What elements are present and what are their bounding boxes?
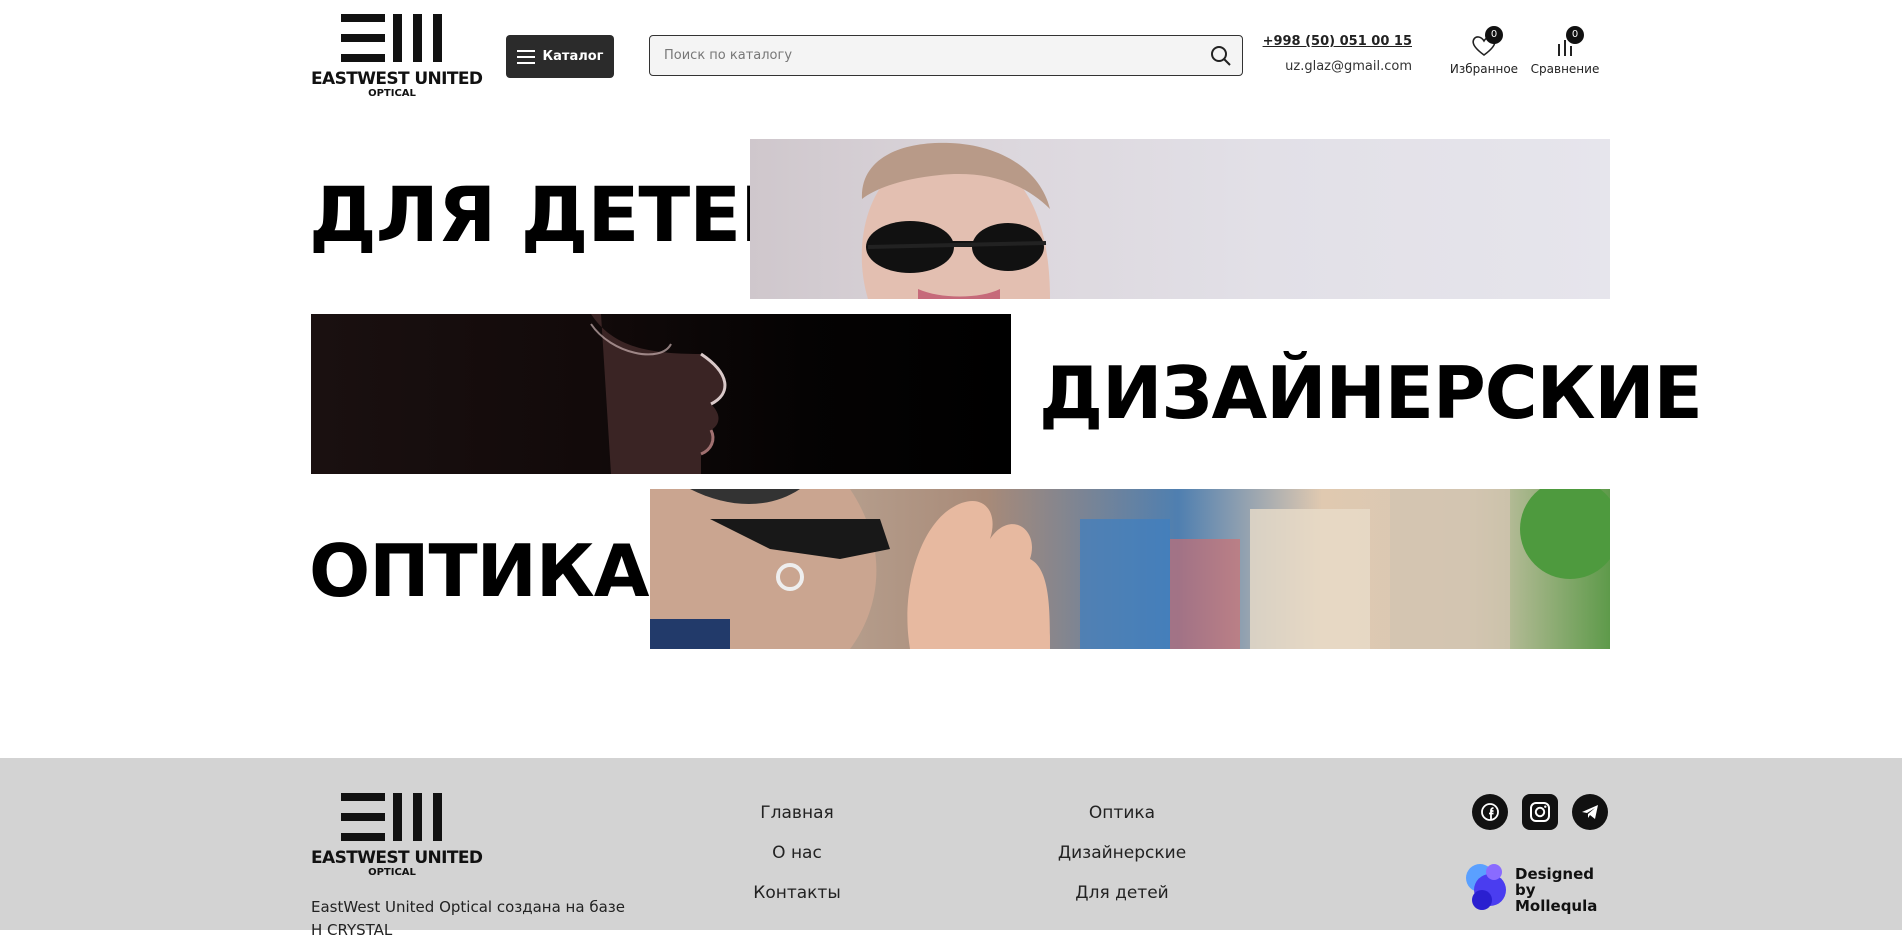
logo-wordmark: EASTWEST UNITED bbox=[311, 848, 483, 868]
compare-button[interactable]: 0 Сравнение bbox=[1525, 26, 1605, 76]
banner-optics-title[interactable]: ОПТИКА bbox=[309, 526, 649, 616]
footer-link-contacts[interactable]: Контакты bbox=[747, 883, 847, 903]
header-logo[interactable]: EASTWEST UNITED OPTICAL bbox=[311, 14, 483, 104]
facebook-icon bbox=[1481, 803, 1499, 821]
logo-bars-icon bbox=[341, 793, 442, 841]
footer-link-kids[interactable]: Для детей bbox=[1042, 883, 1202, 903]
footer-description-line2: Н CRYSTAL bbox=[311, 921, 393, 939]
telegram-icon bbox=[1582, 805, 1598, 819]
banner-designer-image[interactable] bbox=[311, 314, 1011, 474]
compare-label: Сравнение bbox=[1530, 62, 1600, 76]
facebook-button[interactable] bbox=[1472, 794, 1508, 830]
banner-kids-title[interactable]: ДЛЯ ДЕТЕЙ bbox=[309, 170, 804, 260]
designed-by-badge[interactable]: Designed by Mollequla bbox=[1460, 858, 1610, 914]
compare-count-badge: 0 bbox=[1566, 26, 1584, 44]
search-box bbox=[649, 35, 1243, 76]
child-sunglasses-illustration bbox=[861, 142, 1050, 299]
footer-link-home[interactable]: Главная bbox=[747, 803, 847, 823]
telegram-button[interactable] bbox=[1572, 794, 1608, 830]
designed-by-label: Designed by bbox=[1515, 865, 1595, 899]
mollequla-logo-icon bbox=[1466, 864, 1506, 910]
search-input[interactable] bbox=[664, 36, 1194, 75]
instagram-icon bbox=[1530, 802, 1550, 822]
footer-link-optics[interactable]: Оптика bbox=[1042, 803, 1202, 823]
search-icon[interactable] bbox=[1210, 45, 1232, 67]
profile-silhouette-illustration bbox=[590, 314, 727, 474]
street-scene-illustration bbox=[650, 489, 1610, 649]
logo-bars-icon bbox=[341, 14, 442, 62]
site-footer bbox=[0, 758, 1902, 930]
footer-link-designer[interactable]: Дизайнерские bbox=[1042, 843, 1202, 863]
footer-link-about[interactable]: О нас bbox=[747, 843, 847, 863]
menu-icon bbox=[516, 49, 535, 64]
banner-kids-image[interactable] bbox=[750, 139, 1610, 299]
banner-optics-image[interactable] bbox=[650, 489, 1610, 649]
favorites-label: Избранное bbox=[1449, 62, 1519, 76]
logo-subtitle: OPTICAL bbox=[368, 88, 416, 99]
designer-name: Mollequla bbox=[1515, 897, 1598, 915]
footer-description: EastWest United Optical создана на базе bbox=[311, 898, 625, 916]
footer-logo[interactable]: EASTWEST UNITED OPTICAL bbox=[311, 793, 483, 883]
phone-link[interactable]: +998 (50) 051 00 15 bbox=[1262, 34, 1412, 49]
logo-wordmark: EASTWEST UNITED bbox=[311, 69, 483, 89]
catalog-label: Каталог bbox=[542, 49, 604, 64]
email-link[interactable]: uz.glaz@gmail.com bbox=[1262, 59, 1412, 74]
instagram-button[interactable] bbox=[1522, 794, 1558, 830]
banner-designer-title[interactable]: ДИЗАЙНЕРСКИЕ bbox=[1039, 348, 1703, 438]
favorites-button[interactable]: 0 Избранное bbox=[1444, 26, 1524, 76]
catalog-button[interactable]: Каталог bbox=[506, 35, 614, 78]
logo-subtitle: OPTICAL bbox=[368, 867, 416, 878]
favorites-count-badge: 0 bbox=[1485, 26, 1503, 44]
